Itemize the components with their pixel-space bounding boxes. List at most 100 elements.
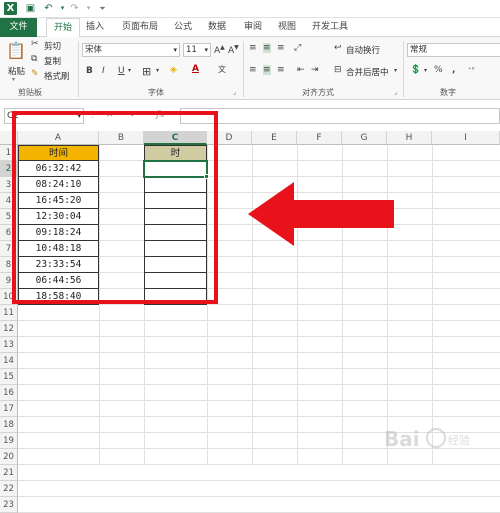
- italic-icon[interactable]: I: [102, 66, 105, 76]
- undo-icon[interactable]: ↶: [42, 2, 55, 15]
- align-center-icon[interactable]: ≡: [263, 65, 271, 75]
- dialog-launcher-icon[interactable]: ⌟: [394, 89, 397, 96]
- tab-home[interactable]: 开始: [46, 18, 80, 38]
- annotation-arrow-icon: [248, 182, 394, 246]
- redo-icon[interactable]: ↷: [68, 2, 81, 15]
- save-icon[interactable]: ▣: [24, 2, 37, 15]
- formula-input[interactable]: [180, 108, 500, 124]
- paste-dropdown-icon[interactable]: ▾: [12, 76, 15, 83]
- row-header-21[interactable]: 21: [0, 465, 18, 481]
- font-name-select[interactable]: 宋体 ▾: [82, 43, 180, 57]
- align-left-icon[interactable]: ≡: [249, 65, 257, 75]
- align-bottom-icon[interactable]: ≡: [277, 43, 285, 53]
- row-header-16[interactable]: 16: [0, 385, 18, 401]
- row-header-23[interactable]: 23: [0, 497, 18, 513]
- gridline: [18, 480, 500, 481]
- align-top-icon[interactable]: ≡: [249, 43, 257, 53]
- percent-icon[interactable]: %: [434, 65, 443, 75]
- font-name-value: 宋体: [85, 45, 103, 55]
- number-format-value: 常规: [410, 45, 428, 55]
- currency-icon[interactable]: 💲: [410, 65, 421, 75]
- column-header-f[interactable]: F: [297, 131, 342, 145]
- tab-insert[interactable]: 插入: [80, 18, 110, 37]
- gridline: [18, 464, 500, 465]
- customize-quick-access-icon[interactable]: ⏷: [96, 2, 109, 15]
- increase-indent-icon[interactable]: ⇥: [311, 65, 319, 75]
- column-header-e[interactable]: E: [252, 131, 297, 145]
- decrease-font-icon[interactable]: A▼: [228, 44, 239, 56]
- wrap-text-icon[interactable]: ↩: [334, 43, 342, 53]
- merge-center-icon[interactable]: ⊟: [334, 65, 342, 75]
- tab-view[interactable]: 视图: [272, 18, 302, 37]
- format-painter-button[interactable]: 格式刷: [44, 70, 70, 82]
- row-header-15[interactable]: 15: [0, 369, 18, 385]
- font-color-icon[interactable]: A: [192, 64, 199, 74]
- underline-dropdown-icon[interactable]: ▾: [128, 67, 131, 74]
- svg-text:Bai: Bai: [384, 427, 420, 451]
- svg-text:经验: 经验: [448, 433, 470, 447]
- orientation-icon[interactable]: ⤢: [294, 43, 301, 53]
- row-header-14[interactable]: 14: [0, 353, 18, 369]
- font-group-label: 字体: [148, 88, 164, 97]
- increase-decimal-icon[interactable]: ⁺⁰: [468, 66, 475, 74]
- wrap-text-button[interactable]: 自动换行: [346, 44, 380, 56]
- tab-file[interactable]: 文件: [0, 18, 37, 37]
- comma-icon[interactable]: ,: [452, 65, 455, 75]
- number-group-label: 数字: [440, 88, 456, 97]
- format-painter-icon[interactable]: ✎: [31, 69, 39, 79]
- merge-dropdown-icon[interactable]: ▾: [394, 67, 397, 74]
- cut-button[interactable]: 剪切: [44, 40, 61, 52]
- dialog-launcher-icon[interactable]: ⌟: [233, 89, 236, 96]
- align-middle-icon[interactable]: ≡: [263, 43, 271, 53]
- decrease-indent-icon[interactable]: ⇤: [297, 65, 305, 75]
- column-header-g[interactable]: G: [342, 131, 387, 145]
- ribbon: 📋 粘贴 ▾ ✂ 剪切 ⧉ 复制 ✎ 格式刷 剪贴板 宋体 ▾ 11 ▾ A▲ A▼…: [0, 37, 500, 100]
- font-size-value: 11: [186, 45, 197, 55]
- row-header-17[interactable]: 17: [0, 401, 18, 417]
- phonetic-icon[interactable]: 文: [218, 64, 226, 75]
- copy-icon[interactable]: ⧉: [31, 54, 37, 64]
- title-bar: X ▣ ↶ ▾ ↷ ▾ ⏷: [0, 0, 500, 18]
- column-header-h[interactable]: H: [387, 131, 432, 145]
- tab-page-layout[interactable]: 页面布局: [116, 18, 164, 37]
- copy-button[interactable]: 复制: [44, 55, 61, 67]
- gridline: [18, 352, 500, 353]
- tab-formulas[interactable]: 公式: [168, 18, 198, 37]
- ribbon-separator: [243, 41, 244, 97]
- tab-review[interactable]: 审阅: [238, 18, 268, 37]
- border-icon[interactable]: ⊞: [142, 65, 151, 78]
- ribbon-separator: [403, 41, 404, 97]
- increase-font-icon[interactable]: A▲: [214, 44, 225, 56]
- excel-logo-icon: X: [4, 2, 17, 15]
- row-header-12[interactable]: 12: [0, 321, 18, 337]
- border-dropdown-icon[interactable]: ▾: [156, 67, 159, 74]
- bold-icon[interactable]: B: [86, 66, 93, 76]
- gridline: [18, 368, 500, 369]
- gridline: [18, 400, 500, 401]
- tab-developer[interactable]: 开发工具: [306, 18, 354, 37]
- row-header-22[interactable]: 22: [0, 481, 18, 497]
- row-header-13[interactable]: 13: [0, 337, 18, 353]
- fill-color-icon[interactable]: ◈: [170, 65, 177, 75]
- gridline: [18, 320, 500, 321]
- gridline: [18, 496, 500, 497]
- gridline: [18, 416, 500, 417]
- row-header-11[interactable]: 11: [0, 305, 18, 321]
- paste-icon[interactable]: 📋: [6, 41, 26, 63]
- paste-button[interactable]: 粘贴: [8, 65, 25, 77]
- currency-dropdown-icon[interactable]: ▾: [424, 67, 427, 74]
- font-size-select[interactable]: 11 ▾: [183, 43, 211, 57]
- row-header-18[interactable]: 18: [0, 417, 18, 433]
- cut-icon[interactable]: ✂: [31, 39, 39, 49]
- align-right-icon[interactable]: ≡: [277, 65, 285, 75]
- alignment-group-label: 对齐方式: [302, 88, 334, 97]
- tab-data[interactable]: 数据: [202, 18, 232, 37]
- number-format-select[interactable]: 常规: [407, 43, 500, 57]
- row-header-19[interactable]: 19: [0, 433, 18, 449]
- underline-icon[interactable]: U: [118, 66, 125, 76]
- ribbon-separator: [78, 41, 79, 97]
- redo-dropdown-icon[interactable]: ▾: [82, 2, 95, 15]
- column-header-i[interactable]: I: [432, 131, 500, 145]
- merge-center-button[interactable]: 合并后居中: [346, 66, 389, 78]
- annotation-red-box: [12, 111, 218, 304]
